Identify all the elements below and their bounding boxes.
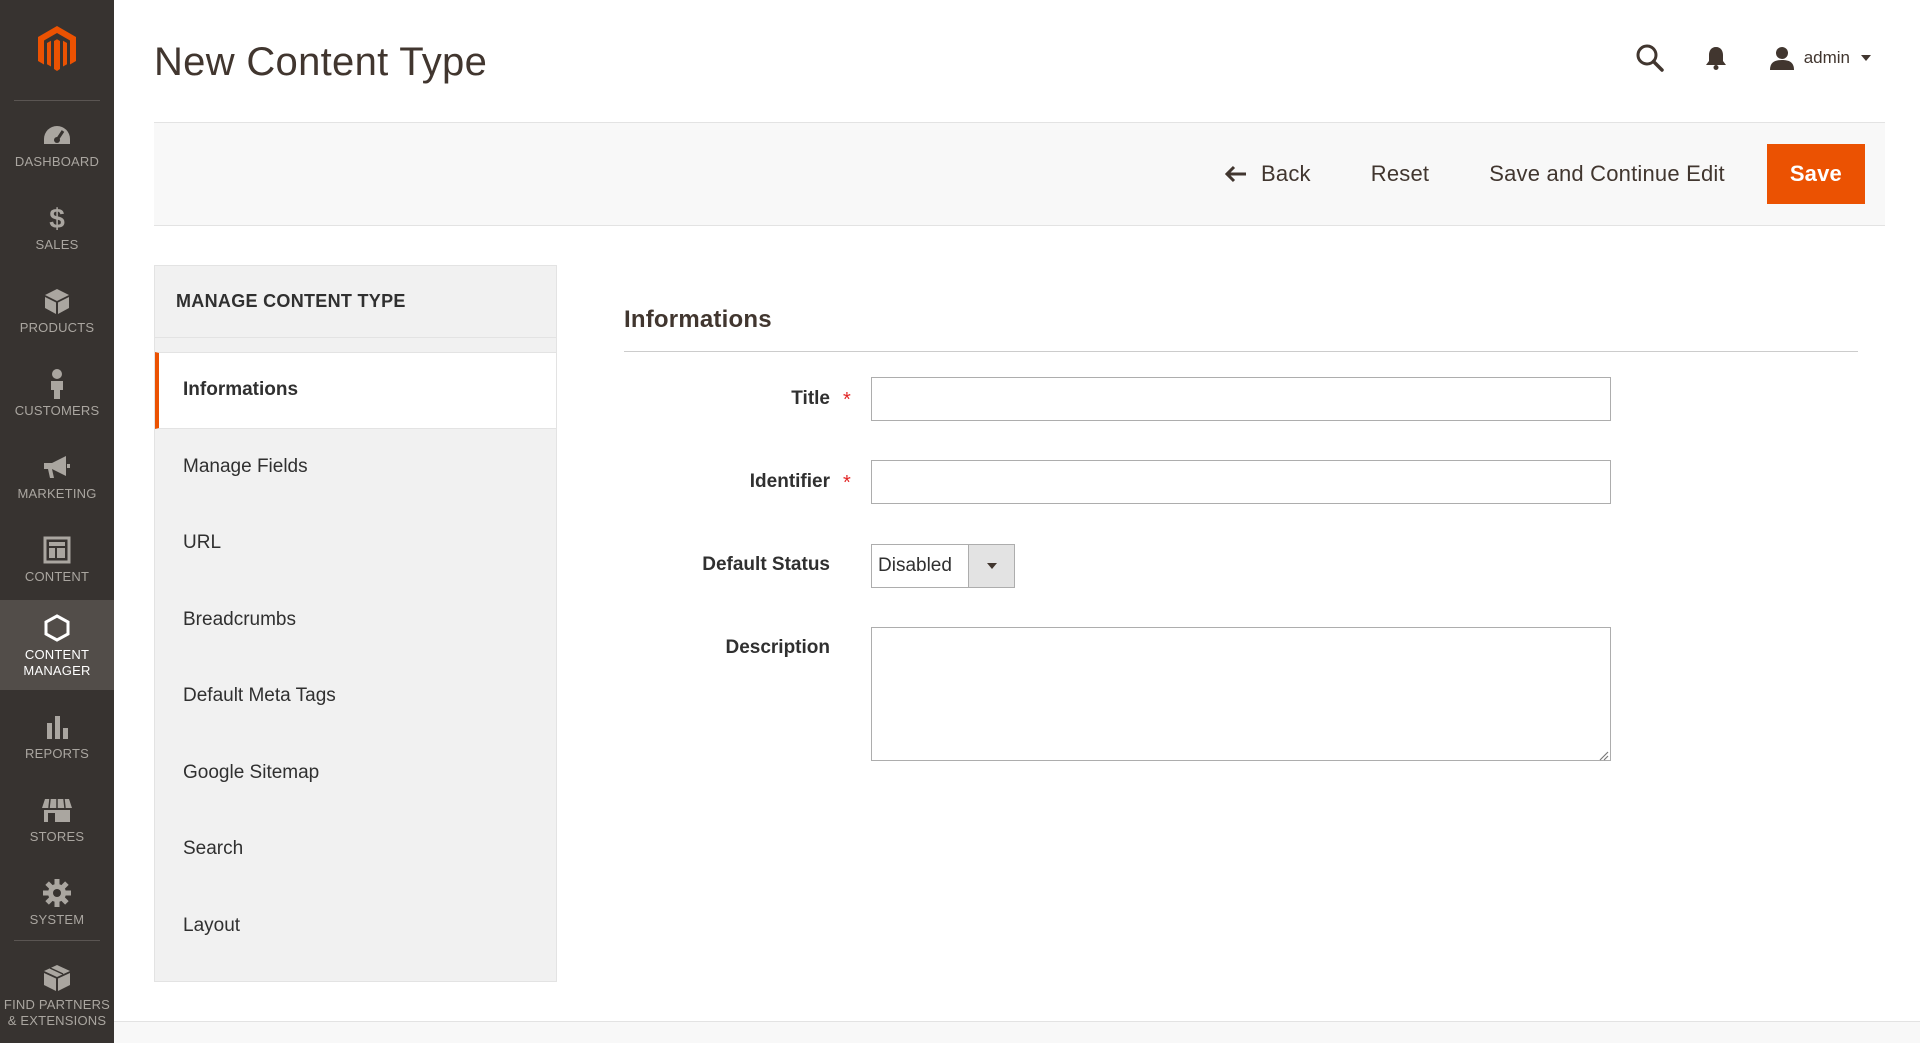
page-actions-bar: Back Reset Save and Continue Edit Save (154, 122, 1885, 226)
default-status-value: Disabled (878, 555, 952, 576)
sidebar-item-content[interactable]: CONTENT (0, 517, 114, 601)
identifier-label: Identifier (749, 471, 830, 492)
sidebar-item-label: MARKETING (17, 485, 97, 501)
tab-manage-fields[interactable]: Manage Fields (155, 429, 556, 506)
resize-grip-icon[interactable] (1598, 748, 1609, 761)
hexagon-icon (41, 612, 73, 644)
save-and-continue-button[interactable]: Save and Continue Edit (1459, 144, 1755, 204)
user-name: admin (1803, 48, 1850, 67)
sidebar-item-marketing[interactable]: MARKETING (0, 434, 114, 518)
identifier-field[interactable] (871, 460, 1611, 504)
sidebar-divider (14, 940, 100, 941)
required-indicator: * (843, 389, 851, 411)
content-type-tabs: MANAGE CONTENT TYPE Informations Manage … (154, 265, 557, 982)
sidebar-divider (14, 100, 100, 101)
chevron-down-icon (1860, 54, 1872, 62)
sidebar-item-content-manager[interactable]: CONTENT MANAGER (0, 600, 114, 690)
tab-search[interactable]: Search (155, 811, 556, 888)
title-field[interactable] (871, 377, 1611, 421)
sidebar-item-dashboard[interactable]: DASHBOARD (0, 102, 114, 186)
header-actions: admin (1632, 38, 1872, 78)
sidebar-item-label: PRODUCTS (19, 319, 95, 335)
tabs-title: MANAGE CONTENT TYPE (155, 266, 556, 338)
sidebar-item-label: SALES (35, 236, 79, 252)
sidebar-item-sales[interactable]: $ SALES (0, 185, 114, 269)
person-icon (41, 368, 73, 400)
box-icon (41, 285, 73, 317)
sidebar-item-label: CUSTOMERS (14, 402, 100, 418)
bar-chart-icon (41, 711, 73, 743)
page-title: New Content Type (154, 40, 488, 84)
sidebar-item-find-partners[interactable]: FIND PARTNERS & EXTENSIONS (0, 950, 114, 1040)
extensions-box-icon (41, 962, 73, 994)
tab-breadcrumbs[interactable]: Breadcrumbs (155, 582, 556, 659)
page-footer (114, 1021, 1920, 1043)
chevron-down-icon (968, 545, 1014, 587)
tab-layout[interactable]: Layout (155, 888, 556, 965)
reset-button[interactable]: Reset (1341, 144, 1459, 204)
page-actions: Back Reset Save and Continue Edit Save (1195, 144, 1865, 204)
sidebar-item-products[interactable]: PRODUCTS (0, 268, 114, 352)
description-field[interactable] (871, 627, 1611, 761)
title-label: Title (791, 388, 830, 409)
notification-bell-icon[interactable] (1702, 40, 1730, 76)
sidebar-item-customers[interactable]: CUSTOMERS (0, 351, 114, 435)
magento-logo-icon[interactable] (0, 0, 114, 98)
default-status-select[interactable]: Disabled (871, 544, 1015, 588)
sidebar-item-label: DASHBOARD (14, 153, 100, 169)
megaphone-icon (41, 451, 73, 483)
tab-default-meta-tags[interactable]: Default Meta Tags (155, 658, 556, 735)
back-button-label: Back (1261, 161, 1311, 186)
sidebar-item-label: FIND PARTNERS & EXTENSIONS (3, 996, 111, 1028)
arrow-left-icon (1225, 165, 1247, 183)
layout-icon (41, 534, 73, 566)
sidebar-item-label: REPORTS (24, 745, 89, 761)
sidebar-item-label: SYSTEM (29, 911, 85, 927)
required-indicator: * (843, 472, 851, 494)
storefront-icon (41, 794, 73, 826)
sidebar-item-label: STORES (29, 828, 85, 844)
dollar-icon: $ (41, 202, 73, 234)
tab-google-sitemap[interactable]: Google Sitemap (155, 735, 556, 812)
user-icon (1769, 46, 1794, 70)
dashboard-gauge-icon (41, 119, 73, 151)
save-button[interactable]: Save (1766, 144, 1865, 204)
admin-sidebar: DASHBOARD $ SALES PRODUCTS CUSTOMERS MAR… (0, 0, 114, 1043)
search-icon[interactable] (1632, 40, 1668, 76)
svg-text:$: $ (49, 203, 65, 233)
sidebar-item-stores[interactable]: STORES (0, 777, 114, 861)
section-title: Informations (624, 306, 772, 333)
sidebar-item-system[interactable]: SYSTEM (0, 860, 114, 944)
default-status-label: Default Status (702, 554, 830, 575)
sidebar-item-reports[interactable]: REPORTS (0, 694, 114, 778)
back-button[interactable]: Back (1195, 144, 1341, 204)
tab-list: Informations Manage Fields URL Breadcrum… (155, 352, 556, 964)
section-divider (624, 351, 1858, 352)
user-menu[interactable]: admin (1769, 46, 1872, 70)
tab-url[interactable]: URL (155, 505, 556, 582)
sidebar-item-label: CONTENT MANAGER (23, 646, 91, 678)
gear-icon (41, 877, 73, 909)
tab-informations[interactable]: Informations (155, 352, 556, 429)
sidebar-item-label: CONTENT (24, 568, 90, 584)
description-label: Description (725, 637, 830, 658)
